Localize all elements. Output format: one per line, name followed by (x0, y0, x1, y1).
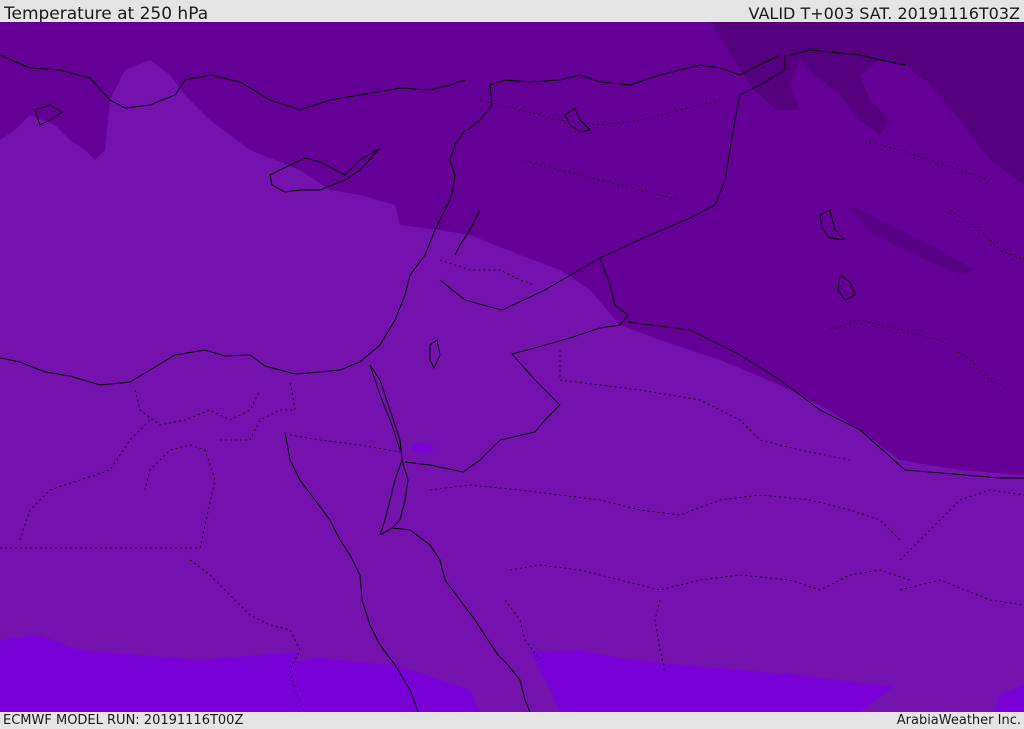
map-canvas[interactable] (0, 22, 1024, 712)
temperature-map (0, 22, 1024, 712)
map-title: Temperature at 250 hPa (4, 4, 209, 24)
credit-label: ArabiaWeather Inc. (896, 713, 1021, 728)
model-run-label: ECMWF MODEL RUN: 20191116T00Z (3, 713, 244, 728)
map-header: Temperature at 250 hPa VALID T+003 SAT. … (0, 0, 1024, 24)
warm-spot (410, 443, 434, 453)
valid-time: VALID T+003 SAT. 20191116T03Z (748, 4, 1020, 23)
map-footer: ECMWF MODEL RUN: 20191116T00Z ArabiaWeat… (0, 712, 1024, 729)
